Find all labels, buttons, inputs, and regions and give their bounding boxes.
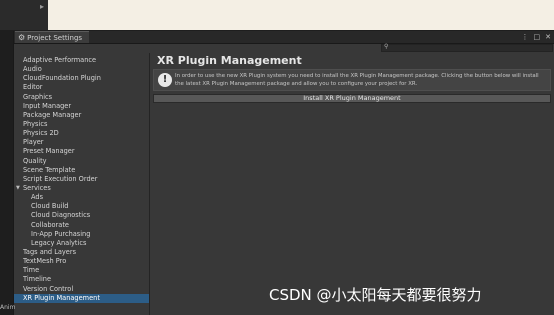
editor-hierarchy-strip: ▸: [0, 0, 48, 30]
sidebar-item-collaborate[interactable]: Collaborate: [14, 221, 149, 230]
settings-content: XR Plugin Management ! In order to use t…: [151, 53, 554, 315]
info-help-box: ! In order to use the new XR Plugin syst…: [153, 69, 551, 91]
sidebar-item-input-manager[interactable]: Input Manager: [14, 102, 149, 111]
sidebar-item-services[interactable]: ▼ Services: [14, 184, 149, 193]
more-options-icon[interactable]: ⋮: [522, 33, 529, 41]
sidebar-item-adaptive-performance[interactable]: Adaptive Performance: [14, 56, 149, 65]
sidebar-item-legacy-analytics[interactable]: Legacy Analytics: [14, 239, 149, 248]
sidebar-item-audio[interactable]: Audio: [14, 65, 149, 74]
sidebar-item-in-app-purchasing[interactable]: In-App Purchasing: [14, 230, 149, 239]
window-title: Project Settings: [27, 33, 83, 42]
sidebar-item-version-control[interactable]: Version Control: [14, 285, 149, 294]
sidebar-item-physics-2d[interactable]: Physics 2D: [14, 129, 149, 138]
gear-icon: ⚙: [18, 32, 26, 42]
search-icon: ⚲: [384, 43, 389, 50]
search-bar: ⚲: [14, 43, 554, 53]
sidebar-item-graphics[interactable]: Graphics: [14, 93, 149, 102]
watermark: CSDN @小太阳每天都要很努力: [269, 286, 482, 304]
sidebar-item-textmesh-pro[interactable]: TextMesh Pro: [14, 257, 149, 266]
window-titlebar: ⚙ Project Settings ⋮ □ ✕: [14, 31, 554, 44]
sidebar-item-player[interactable]: Player: [14, 138, 149, 147]
sidebar-item-tags-and-layers[interactable]: Tags and Layers: [14, 248, 149, 257]
collapse-arrow-icon[interactable]: ▼: [16, 184, 20, 193]
sidebar-item-cloud-build[interactable]: Cloud Build: [14, 202, 149, 211]
sidebar-item-cloudfoundation-plugin[interactable]: CloudFoundation Plugin: [14, 74, 149, 83]
search-input[interactable]: ⚲: [381, 43, 553, 52]
settings-sidebar: Adaptive Performance Audio CloudFoundati…: [14, 53, 150, 315]
sidebar-item-physics[interactable]: Physics: [14, 120, 149, 129]
project-settings-tab[interactable]: ⚙ Project Settings: [15, 31, 89, 43]
sidebar-item-preset-manager[interactable]: Preset Manager: [14, 147, 149, 156]
sidebar-item-editor[interactable]: Editor: [14, 83, 149, 92]
sidebar-item-time[interactable]: Time: [14, 266, 149, 275]
sidebar-item-scene-template[interactable]: Scene Template: [14, 166, 149, 175]
animation-tab-label[interactable]: Anim: [0, 304, 15, 311]
sidebar-item-script-execution-order[interactable]: Script Execution Order: [14, 175, 149, 184]
sidebar-item-quality[interactable]: Quality: [14, 157, 149, 166]
sidebar-item-ads[interactable]: Ads: [14, 193, 149, 202]
close-icon[interactable]: ✕: [545, 33, 551, 41]
help-text: In order to use the new XR Plugin system…: [175, 73, 539, 87]
sidebar-item-package-manager[interactable]: Package Manager: [14, 111, 149, 120]
sidebar-item-timeline[interactable]: Timeline: [14, 275, 149, 284]
sidebar-item-xr-plugin-management[interactable]: XR Plugin Management: [14, 293, 149, 303]
sidebar-item-label: Services: [23, 183, 51, 192]
maximize-icon[interactable]: □: [534, 33, 541, 41]
editor-scene-view: [48, 0, 554, 30]
info-icon: !: [158, 73, 172, 87]
editor-top-bar: ▸: [0, 0, 554, 30]
expand-arrow-icon[interactable]: ▸: [40, 2, 44, 11]
sidebar-item-cloud-diagnostics[interactable]: Cloud Diagnostics: [14, 211, 149, 220]
install-xr-plugin-button[interactable]: Install XR Plugin Management: [153, 94, 551, 103]
page-title: XR Plugin Management: [157, 54, 302, 67]
project-settings-window: ⚙ Project Settings ⋮ □ ✕ ⚲ Adaptive Perf…: [13, 31, 554, 315]
window-controls: ⋮ □ ✕: [522, 31, 552, 43]
